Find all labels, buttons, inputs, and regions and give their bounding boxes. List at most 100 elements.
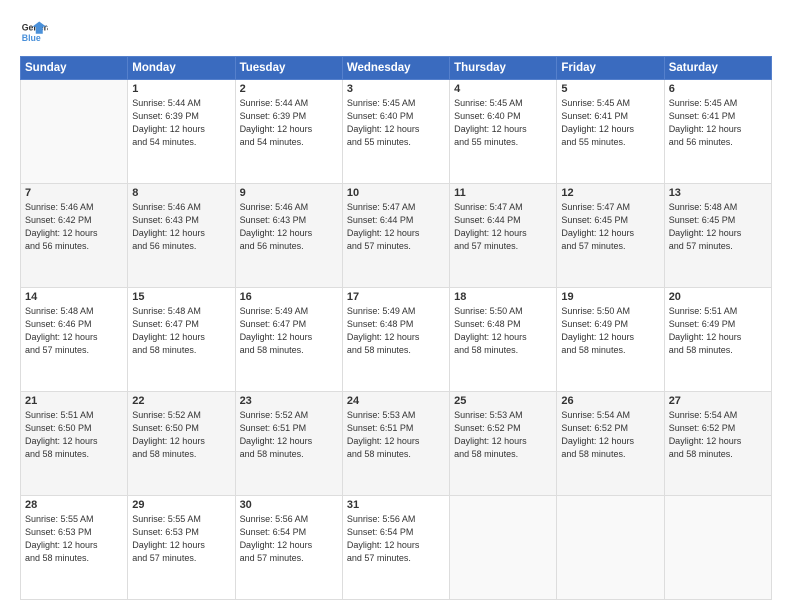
- logo-icon: General Blue: [20, 18, 48, 46]
- day-info: Sunrise: 5:44 AM Sunset: 6:39 PM Dayligh…: [132, 97, 230, 149]
- day-info: Sunrise: 5:56 AM Sunset: 6:54 PM Dayligh…: [240, 513, 338, 565]
- day-number: 23: [240, 395, 338, 407]
- calendar-cell: 5 Sunrise: 5:45 AM Sunset: 6:41 PM Daylig…: [557, 80, 664, 184]
- day-info: Sunrise: 5:47 AM Sunset: 6:45 PM Dayligh…: [561, 201, 659, 253]
- day-info: Sunrise: 5:48 AM Sunset: 6:46 PM Dayligh…: [25, 305, 123, 357]
- day-number: 20: [669, 291, 767, 303]
- calendar-cell: 3 Sunrise: 5:45 AM Sunset: 6:40 PM Daylig…: [342, 80, 449, 184]
- day-number: 24: [347, 395, 445, 407]
- day-number: 11: [454, 187, 552, 199]
- calendar-cell: 29 Sunrise: 5:55 AM Sunset: 6:53 PM Dayli…: [128, 496, 235, 600]
- calendar-cell: 31 Sunrise: 5:56 AM Sunset: 6:54 PM Dayli…: [342, 496, 449, 600]
- day-header-sunday: Sunday: [21, 57, 128, 80]
- calendar-cell: 9Sunrise: 5:46 AM Sunset: 6:43 PM Daylig…: [235, 184, 342, 288]
- calendar-cell: [664, 496, 771, 600]
- day-info: Sunrise: 5:55 AM Sunset: 6:53 PM Dayligh…: [132, 513, 230, 565]
- day-number: 31: [347, 499, 445, 511]
- calendar-header-row: SundayMondayTuesdayWednesdayThursdayFrid…: [21, 57, 772, 80]
- day-number: 3: [347, 83, 445, 95]
- day-number: 8: [132, 187, 230, 199]
- day-number: 7: [25, 187, 123, 199]
- day-info: Sunrise: 5:54 AM Sunset: 6:52 PM Dayligh…: [669, 409, 767, 461]
- calendar-cell: 13 Sunrise: 5:48 AM Sunset: 6:45 PM Dayli…: [664, 184, 771, 288]
- day-number: 17: [347, 291, 445, 303]
- calendar-table: SundayMondayTuesdayWednesdayThursdayFrid…: [20, 56, 772, 600]
- calendar-cell: 26 Sunrise: 5:54 AM Sunset: 6:52 PM Dayli…: [557, 392, 664, 496]
- svg-text:Blue: Blue: [22, 33, 41, 43]
- calendar-cell: 1 Sunrise: 5:44 AM Sunset: 6:39 PM Daylig…: [128, 80, 235, 184]
- day-info: Sunrise: 5:49 AM Sunset: 6:47 PM Dayligh…: [240, 305, 338, 357]
- day-number: 16: [240, 291, 338, 303]
- day-info: Sunrise: 5:48 AM Sunset: 6:45 PM Dayligh…: [669, 201, 767, 253]
- calendar-cell: 12 Sunrise: 5:47 AM Sunset: 6:45 PM Dayli…: [557, 184, 664, 288]
- day-number: 27: [669, 395, 767, 407]
- day-header-saturday: Saturday: [664, 57, 771, 80]
- day-info: Sunrise: 5:54 AM Sunset: 6:52 PM Dayligh…: [561, 409, 659, 461]
- day-number: 14: [25, 291, 123, 303]
- day-number: 5: [561, 83, 659, 95]
- day-info: Sunrise: 5:56 AM Sunset: 6:54 PM Dayligh…: [347, 513, 445, 565]
- day-info: Sunrise: 5:47 AM Sunset: 6:44 PM Dayligh…: [347, 201, 445, 253]
- calendar-cell: 15 Sunrise: 5:48 AM Sunset: 6:47 PM Dayli…: [128, 288, 235, 392]
- day-info: Sunrise: 5:44 AM Sunset: 6:39 PM Dayligh…: [240, 97, 338, 149]
- day-number: 13: [669, 187, 767, 199]
- day-header-thursday: Thursday: [450, 57, 557, 80]
- day-number: 22: [132, 395, 230, 407]
- calendar-cell: 7 Sunrise: 5:46 AM Sunset: 6:42 PM Daylig…: [21, 184, 128, 288]
- day-number: 1: [132, 83, 230, 95]
- calendar-cell: [21, 80, 128, 184]
- calendar-cell: 21Sunrise: 5:51 AM Sunset: 6:50 PM Dayli…: [21, 392, 128, 496]
- header: General Blue: [20, 18, 772, 46]
- day-number: 26: [561, 395, 659, 407]
- day-info: Sunrise: 5:46 AM Sunset: 6:43 PM Dayligh…: [240, 201, 338, 253]
- day-number: 28: [25, 499, 123, 511]
- day-number: 4: [454, 83, 552, 95]
- day-number: 29: [132, 499, 230, 511]
- day-number: 12: [561, 187, 659, 199]
- day-info: Sunrise: 5:49 AM Sunset: 6:48 PM Dayligh…: [347, 305, 445, 357]
- day-info: Sunrise: 5:46 AM Sunset: 6:43 PM Dayligh…: [132, 201, 230, 253]
- day-number: 6: [669, 83, 767, 95]
- day-header-friday: Friday: [557, 57, 664, 80]
- calendar-cell: 16 Sunrise: 5:49 AM Sunset: 6:47 PM Dayli…: [235, 288, 342, 392]
- day-info: Sunrise: 5:53 AM Sunset: 6:52 PM Dayligh…: [454, 409, 552, 461]
- calendar-cell: 2 Sunrise: 5:44 AM Sunset: 6:39 PM Daylig…: [235, 80, 342, 184]
- week-row-1: 1 Sunrise: 5:44 AM Sunset: 6:39 PM Daylig…: [21, 80, 772, 184]
- day-number: 18: [454, 291, 552, 303]
- day-info: Sunrise: 5:48 AM Sunset: 6:47 PM Dayligh…: [132, 305, 230, 357]
- calendar-cell: 19 Sunrise: 5:50 AM Sunset: 6:49 PM Dayli…: [557, 288, 664, 392]
- day-number: 15: [132, 291, 230, 303]
- day-number: 10: [347, 187, 445, 199]
- calendar-cell: 23Sunrise: 5:52 AM Sunset: 6:51 PM Dayli…: [235, 392, 342, 496]
- day-info: Sunrise: 5:46 AM Sunset: 6:42 PM Dayligh…: [25, 201, 123, 253]
- day-info: Sunrise: 5:45 AM Sunset: 6:41 PM Dayligh…: [669, 97, 767, 149]
- calendar-cell: 28 Sunrise: 5:55 AM Sunset: 6:53 PM Dayli…: [21, 496, 128, 600]
- day-info: Sunrise: 5:55 AM Sunset: 6:53 PM Dayligh…: [25, 513, 123, 565]
- day-number: 25: [454, 395, 552, 407]
- day-info: Sunrise: 5:50 AM Sunset: 6:49 PM Dayligh…: [561, 305, 659, 357]
- day-number: 2: [240, 83, 338, 95]
- calendar-cell: 6 Sunrise: 5:45 AM Sunset: 6:41 PM Daylig…: [664, 80, 771, 184]
- calendar-cell: 17 Sunrise: 5:49 AM Sunset: 6:48 PM Dayli…: [342, 288, 449, 392]
- day-header-wednesday: Wednesday: [342, 57, 449, 80]
- day-number: 19: [561, 291, 659, 303]
- week-row-2: 7 Sunrise: 5:46 AM Sunset: 6:42 PM Daylig…: [21, 184, 772, 288]
- calendar-cell: 4Sunrise: 5:45 AM Sunset: 6:40 PM Daylig…: [450, 80, 557, 184]
- week-row-5: 28 Sunrise: 5:55 AM Sunset: 6:53 PM Dayli…: [21, 496, 772, 600]
- day-info: Sunrise: 5:45 AM Sunset: 6:40 PM Dayligh…: [347, 97, 445, 149]
- day-info: Sunrise: 5:47 AM Sunset: 6:44 PM Dayligh…: [454, 201, 552, 253]
- calendar-cell: 30Sunrise: 5:56 AM Sunset: 6:54 PM Dayli…: [235, 496, 342, 600]
- calendar-cell: [557, 496, 664, 600]
- week-row-4: 21Sunrise: 5:51 AM Sunset: 6:50 PM Dayli…: [21, 392, 772, 496]
- calendar-cell: 27 Sunrise: 5:54 AM Sunset: 6:52 PM Dayli…: [664, 392, 771, 496]
- day-header-monday: Monday: [128, 57, 235, 80]
- calendar-cell: 11 Sunrise: 5:47 AM Sunset: 6:44 PM Dayli…: [450, 184, 557, 288]
- logo: General Blue: [20, 18, 52, 46]
- calendar-cell: 20Sunrise: 5:51 AM Sunset: 6:49 PM Dayli…: [664, 288, 771, 392]
- calendar-cell: 8 Sunrise: 5:46 AM Sunset: 6:43 PM Daylig…: [128, 184, 235, 288]
- day-info: Sunrise: 5:45 AM Sunset: 6:41 PM Dayligh…: [561, 97, 659, 149]
- calendar-cell: 18Sunrise: 5:50 AM Sunset: 6:48 PM Dayli…: [450, 288, 557, 392]
- page: General Blue SundayMondayTuesdayWednesda…: [0, 0, 792, 612]
- day-header-tuesday: Tuesday: [235, 57, 342, 80]
- calendar-cell: 25 Sunrise: 5:53 AM Sunset: 6:52 PM Dayli…: [450, 392, 557, 496]
